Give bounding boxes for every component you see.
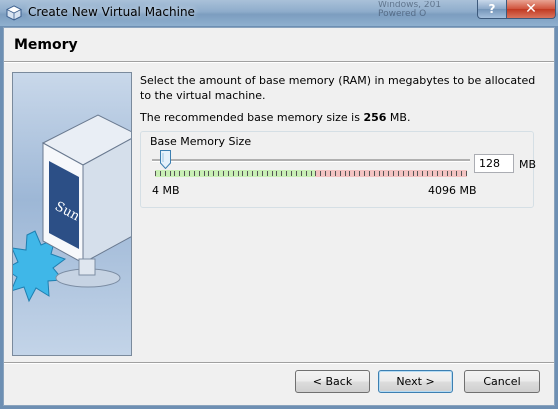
slider-tick: [359, 171, 360, 176]
base-memory-group-label: Base Memory Size: [150, 135, 252, 148]
background-window-line: Powered O: [378, 9, 427, 19]
slider-tick: [170, 171, 171, 176]
page-title: Memory: [14, 37, 78, 53]
slider-max-label: 4096 MB: [428, 184, 477, 197]
slider-tick: [281, 171, 282, 176]
slider-tick: [189, 171, 190, 176]
footer-divider: [4, 362, 554, 364]
slider-tick: [437, 171, 438, 176]
slider-tick: [340, 171, 341, 176]
help-button[interactable]: ?: [477, 0, 507, 19]
recommendation-prefix: The recommended base memory size is: [140, 111, 364, 124]
slider-tick: [408, 171, 409, 176]
slider-tick: [199, 171, 200, 176]
slider-tick: [427, 171, 428, 176]
slider-tick: [291, 171, 292, 176]
slider-tick: [403, 171, 404, 176]
slider-tick: [354, 171, 355, 176]
slider-tick: [228, 171, 229, 176]
recommendation-suffix: MB.: [386, 111, 411, 124]
memory-size-input[interactable]: [474, 154, 514, 173]
background-window-text: Windows, 201 Powered O: [378, 1, 468, 23]
slider-tick: [345, 171, 346, 176]
virtualbox-icon: [6, 5, 22, 21]
wizard-dialog: Memory Sun Select the amount of base mem…: [3, 27, 555, 406]
recommendation-text: The recommended base memory size is 256 …: [140, 111, 410, 124]
header-divider: [4, 61, 554, 63]
slider-tick: [447, 171, 448, 176]
close-icon: ✕: [525, 1, 537, 17]
slider-tick: [349, 171, 350, 176]
slider-tick: [374, 171, 375, 176]
slider-tick: [276, 171, 277, 176]
memory-description: Select the amount of base memory (RAM) i…: [140, 74, 536, 102]
slider-tick: [242, 171, 243, 176]
slider-tick: [461, 171, 462, 176]
slider-tick: [179, 171, 180, 176]
slider-tick: [272, 171, 273, 176]
sun-box-icon: Sun: [13, 114, 131, 303]
slider-tick: [184, 171, 185, 176]
slider-tick: [213, 171, 214, 176]
slider-tick: [325, 171, 326, 176]
slider-tick: [208, 171, 209, 176]
slider-tick: [223, 171, 224, 176]
slider-tick: [369, 171, 370, 176]
help-icon: ?: [488, 2, 496, 16]
slider-tick: [466, 171, 467, 176]
slider-tick: [296, 171, 297, 176]
slider-tick: [442, 171, 443, 176]
slider-thumb-icon[interactable]: [160, 150, 171, 169]
slider-min-label: 4 MB: [152, 184, 180, 197]
slider-tick: [413, 171, 414, 176]
cancel-button[interactable]: Cancel: [464, 370, 540, 393]
slider-tick: [315, 171, 316, 176]
window-title: Create New Virtual Machine: [28, 5, 195, 19]
slider-tick: [306, 171, 307, 176]
slider-tick: [301, 171, 302, 176]
slider-tick: [398, 171, 399, 176]
slider-tick: [233, 171, 234, 176]
slider-tick: [417, 171, 418, 176]
slider-tick: [330, 171, 331, 176]
back-button[interactable]: < Back: [295, 370, 370, 393]
slider-tick: [257, 171, 258, 176]
slider-tick: [311, 171, 312, 176]
close-button[interactable]: ✕: [506, 0, 556, 19]
slider-tick: [393, 171, 394, 176]
slider-tick: [456, 171, 457, 176]
slider-tick: [388, 171, 389, 176]
slider-tick: [379, 171, 380, 176]
recommended-value: 256: [363, 111, 387, 124]
slider-tick: [165, 171, 166, 176]
slider-tick: [432, 171, 433, 176]
slider-tick: [204, 171, 205, 176]
slider-tick: [383, 171, 384, 176]
slider-tick: [160, 171, 161, 176]
title-bar: Create New Virtual Machine Windows, 201 …: [0, 0, 558, 26]
memory-unit-label: MB: [519, 158, 537, 171]
slider-tick: [286, 171, 287, 176]
slider-tick: [451, 171, 452, 176]
slider-tick: [364, 171, 365, 176]
slider-tick: [320, 171, 321, 176]
slider-tick: [194, 171, 195, 176]
slider-tick: [247, 171, 248, 176]
slider-ticks: [155, 171, 467, 178]
slider-tick: [218, 171, 219, 176]
virtualbox-sun-box-illustration: Sun: [12, 72, 132, 356]
slider-tick: [238, 171, 239, 176]
memory-slider-track[interactable]: [152, 159, 470, 162]
slider-tick: [422, 171, 423, 176]
wizard-header: Memory: [4, 28, 554, 61]
slider-tick: [267, 171, 268, 176]
slider-tick: [252, 171, 253, 176]
next-button[interactable]: Next >: [378, 370, 453, 393]
slider-tick: [174, 171, 175, 176]
slider-tick: [262, 171, 263, 176]
slider-tick: [335, 171, 336, 176]
slider-tick: [155, 171, 156, 176]
